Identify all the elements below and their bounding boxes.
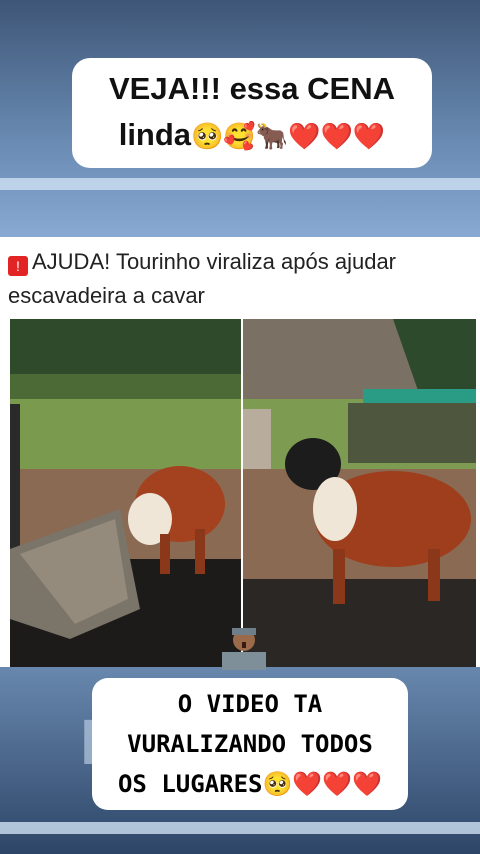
top-caption: VEJA!!! essa CENA linda🥺🥰🐂❤️❤️❤️ bbox=[72, 58, 432, 168]
post-headline: AJUDA! Tourinho viraliza após ajudar esc… bbox=[8, 249, 396, 308]
background-stripe bbox=[0, 822, 480, 834]
news-post-card: ! AJUDA! Tourinho viraliza após ajudar es… bbox=[0, 237, 480, 667]
bottom-caption-emoji: 🥺 bbox=[262, 770, 293, 798]
bottom-caption-line2: VURALIZANDO TODOS bbox=[127, 730, 373, 758]
photo-right bbox=[243, 319, 476, 667]
bottom-caption-text: OS LUGARES bbox=[117, 770, 263, 798]
top-caption-text: linda bbox=[118, 117, 192, 152]
bottom-caption: O VIDEO TA VURALIZANDO TODOS OS LUGARES🥺… bbox=[92, 678, 408, 810]
creator-avatar bbox=[216, 626, 272, 670]
bottom-caption-line1: O VIDEO TA bbox=[177, 690, 323, 718]
top-caption-emojis: 🥺🥰🐂 bbox=[191, 121, 289, 151]
background-stripe bbox=[0, 178, 480, 190]
heart-icons: ❤️❤️❤️ bbox=[292, 770, 383, 798]
siren-alert-icon: ! bbox=[8, 256, 28, 276]
top-caption-line2: linda🥺🥰🐂❤️❤️❤️ bbox=[86, 112, 418, 159]
photo-left bbox=[10, 319, 241, 667]
bottom-caption-line3: OS LUGARES🥺❤️❤️❤️ bbox=[100, 764, 400, 804]
post-headline-row: ! AJUDA! Tourinho viraliza após ajudar es… bbox=[8, 245, 474, 313]
heart-icons: ❤️❤️❤️ bbox=[288, 121, 386, 151]
top-caption-line1: VEJA!!! essa CENA bbox=[109, 71, 395, 106]
